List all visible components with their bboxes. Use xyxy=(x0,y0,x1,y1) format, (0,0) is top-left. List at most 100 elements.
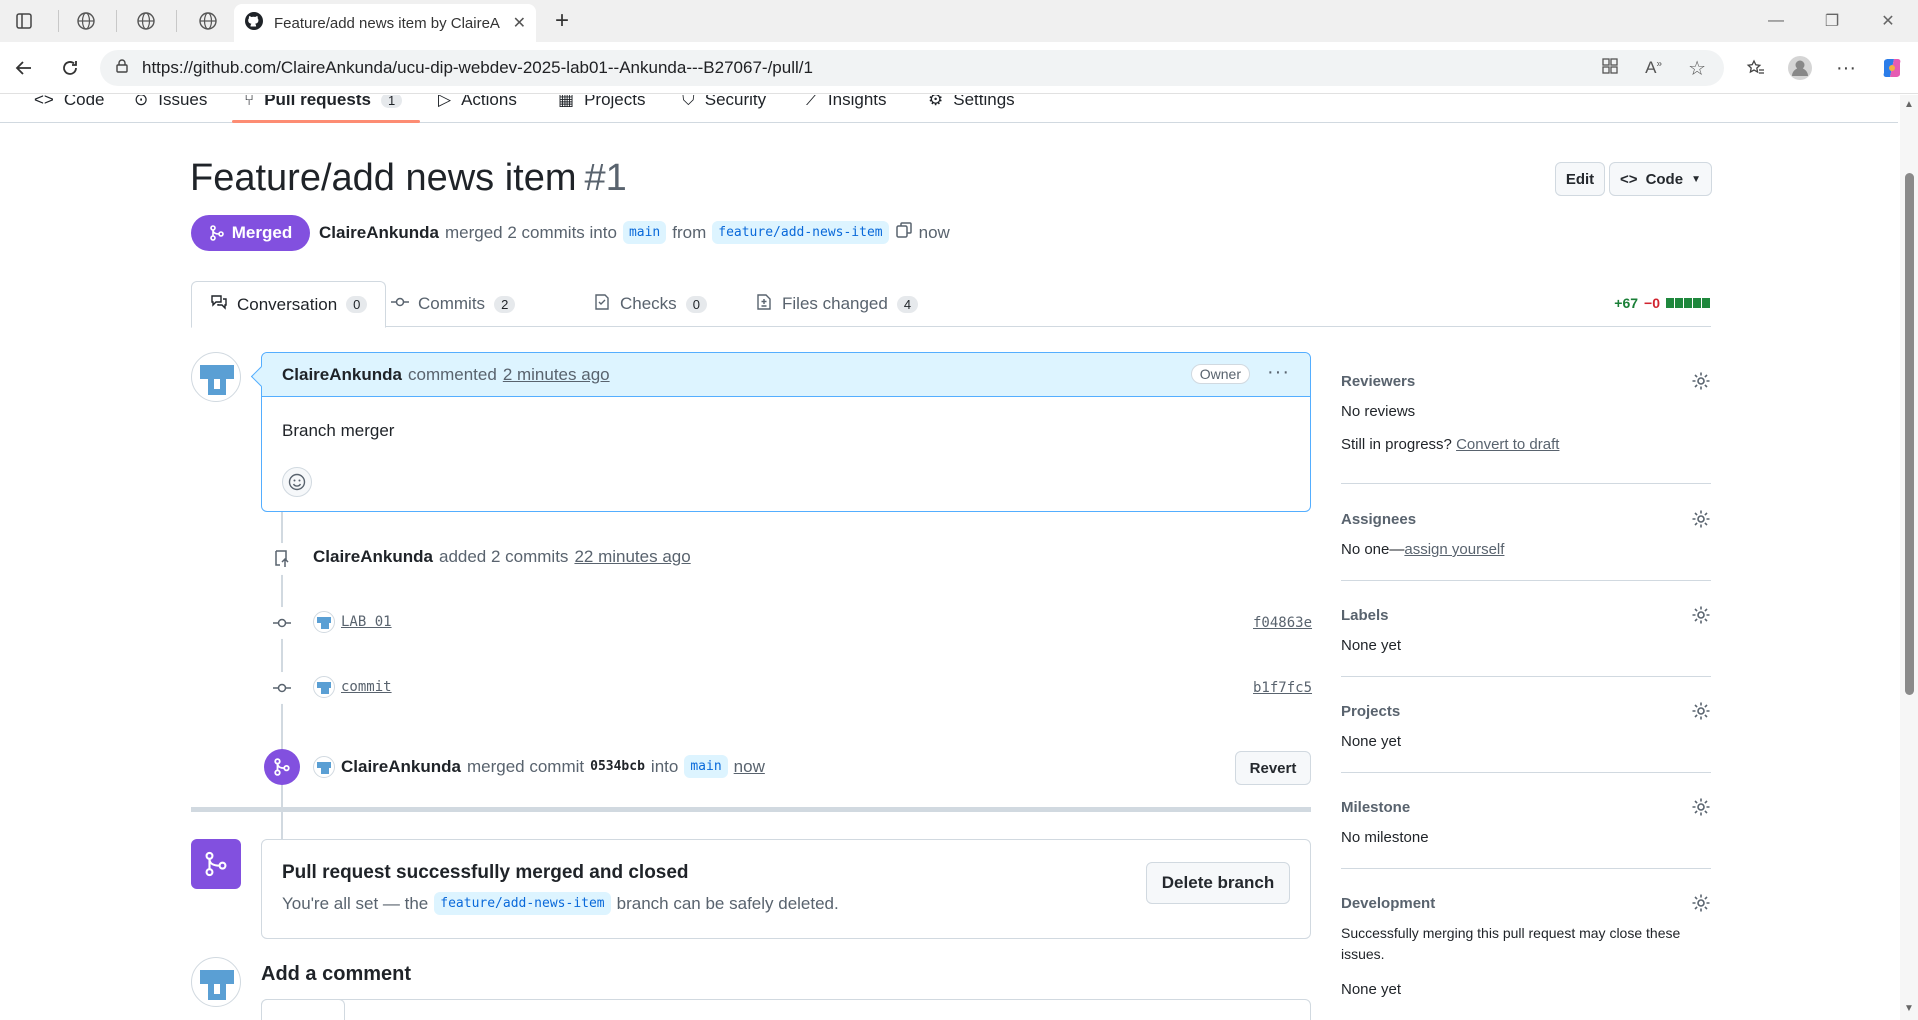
gear-icon[interactable] xyxy=(1691,701,1711,726)
event-author[interactable]: ClaireAnkunda xyxy=(341,757,461,777)
smiley-icon xyxy=(288,473,306,491)
commit-sha-link[interactable]: f04863e xyxy=(1253,615,1312,631)
assign-yourself-link[interactable]: assign yourself xyxy=(1404,541,1504,558)
copilot-icon[interactable] xyxy=(1876,52,1908,84)
tab-write[interactable] xyxy=(261,999,345,1020)
gear-icon[interactable] xyxy=(1691,893,1711,918)
revert-button[interactable]: Revert xyxy=(1235,751,1311,785)
kebab-menu-icon[interactable]: ··· xyxy=(1267,361,1290,384)
avatar[interactable] xyxy=(191,957,241,1007)
back-icon[interactable] xyxy=(8,52,40,84)
diffstat-bar xyxy=(1666,295,1711,311)
refresh-icon[interactable] xyxy=(54,52,86,84)
event-timestamp[interactable]: 22 minutes ago xyxy=(574,547,690,567)
globe-tab-icon[interactable] xyxy=(126,6,166,36)
globe-tab-icon[interactable] xyxy=(66,6,106,36)
gear-icon[interactable] xyxy=(1691,605,1711,630)
active-browser-tab[interactable]: Feature/add news item by ClaireA ✕ xyxy=(234,4,536,42)
shield-icon: ⛉ xyxy=(682,95,695,109)
address-bar[interactable]: https://github.com/ClaireAnkunda/ucu-dip… xyxy=(100,50,1724,86)
scrollbar-thumb[interactable] xyxy=(1905,173,1914,695)
merge-time: now xyxy=(918,222,950,242)
tab-conversation[interactable]: Conversation 0 xyxy=(191,281,387,328)
commit-sha-link[interactable]: b1f7fc5 xyxy=(1253,680,1312,696)
site-info-icon[interactable] xyxy=(114,58,130,79)
comment-timestamp[interactable]: 2 minutes ago xyxy=(503,365,610,385)
new-tab-button[interactable]: + xyxy=(546,6,578,36)
merge-target-branch[interactable]: main xyxy=(684,755,728,778)
repo-nav-actions[interactable]: ▷ Actions xyxy=(438,95,517,115)
sidebar-assignees: Assignees No one—assign yourself xyxy=(1341,509,1711,581)
browser-toolbar: https://github.com/ClaireAnkunda/ucu-dip… xyxy=(0,42,1918,94)
avatar[interactable] xyxy=(313,755,335,778)
scroll-up-icon[interactable]: ▲ xyxy=(1903,99,1915,111)
avatar[interactable] xyxy=(313,676,335,698)
commit-message-link[interactable]: commit xyxy=(341,679,392,695)
sidebar-heading[interactable]: Milestone xyxy=(1341,799,1410,816)
add-reaction-button[interactable] xyxy=(282,467,312,497)
globe-tab-icon[interactable] xyxy=(188,6,228,36)
author-link[interactable]: ClaireAnkunda xyxy=(319,223,439,243)
convert-to-draft-link[interactable]: Convert to draft xyxy=(1456,436,1559,453)
repo-nav-insights[interactable]: ⟋ Insights xyxy=(806,95,887,115)
favorite-star-icon[interactable]: ☆ xyxy=(1688,56,1706,81)
event-timestamp[interactable]: now xyxy=(734,757,765,777)
gear-icon: ⚙ xyxy=(928,95,944,109)
diff-stat: +67 −0 xyxy=(1614,295,1711,311)
merge-status-box: Pull request successfully merged and clo… xyxy=(261,839,1311,939)
event-author[interactable]: ClaireAnkunda xyxy=(313,547,433,567)
sidebar-heading[interactable]: Development xyxy=(1341,895,1435,912)
milestone-value: No milestone xyxy=(1341,829,1429,846)
tab-checks[interactable]: Checks 0 xyxy=(575,281,725,327)
repo-nav-security[interactable]: ⛉ Security xyxy=(682,95,766,115)
tab-files-changed[interactable]: Files changed 4 xyxy=(737,281,936,327)
repo-nav-pull-requests[interactable]: ⑂ Pull requests 1 xyxy=(244,95,403,115)
sidebar-reviewers: Reviewers No reviews Still in progress? … xyxy=(1341,371,1711,484)
base-branch-label[interactable]: main xyxy=(622,221,667,244)
close-tab-icon[interactable]: ✕ xyxy=(513,13,526,33)
tab-title: Feature/add news item by ClaireA xyxy=(274,14,500,32)
app-available-icon[interactable] xyxy=(1601,57,1619,80)
sidebar-heading[interactable]: Assignees xyxy=(1341,511,1416,528)
scroll-down-icon[interactable]: ▼ xyxy=(1903,1003,1915,1015)
delete-branch-button[interactable]: Delete branch xyxy=(1146,862,1290,904)
code-dropdown-button[interactable]: <> Code ▼ xyxy=(1609,162,1712,196)
tab-commits[interactable]: Commits 2 xyxy=(373,281,533,327)
repo-nav-issues[interactable]: ⊙ Issues xyxy=(134,95,207,115)
merge-status-text: You're all set — the feature/add-news-it… xyxy=(282,892,839,915)
sidebar-heading[interactable]: Labels xyxy=(1341,607,1389,624)
avatar[interactable] xyxy=(191,352,241,402)
restore-icon[interactable]: ❐ xyxy=(1810,6,1854,36)
comment-editor[interactable] xyxy=(261,999,1311,1020)
comment-discussion-icon xyxy=(210,293,228,316)
favorites-icon[interactable] xyxy=(1740,52,1772,84)
sidebar-heading[interactable]: Projects xyxy=(1341,703,1400,720)
sidebar-labels: Labels None yet xyxy=(1341,605,1711,677)
close-window-icon[interactable]: ✕ xyxy=(1866,6,1910,36)
comment-author[interactable]: ClaireAnkunda xyxy=(282,365,402,385)
deletable-branch-label[interactable]: feature/add-news-item xyxy=(434,892,611,915)
avatar[interactable] xyxy=(313,611,335,633)
minimize-icon[interactable]: — xyxy=(1754,6,1798,36)
repo-nav-settings[interactable]: ⚙ Settings xyxy=(928,95,1015,115)
file-diff-icon xyxy=(755,293,773,316)
commit-message-link[interactable]: LAB 01 xyxy=(341,614,392,630)
head-branch-label[interactable]: feature/add-news-item xyxy=(712,221,889,244)
tab-actions-icon[interactable] xyxy=(4,6,44,36)
profile-avatar-icon[interactable] xyxy=(1784,52,1816,84)
github-icon xyxy=(244,11,264,36)
edit-title-button[interactable]: Edit xyxy=(1555,162,1605,196)
timeline-divider xyxy=(191,807,1311,812)
merge-commit-sha[interactable]: 0534bcb xyxy=(590,759,645,774)
copy-icon[interactable] xyxy=(895,221,913,244)
gear-icon[interactable] xyxy=(1691,509,1711,534)
repo-nav-code[interactable]: <> Code xyxy=(34,95,105,115)
gear-icon[interactable] xyxy=(1691,371,1711,396)
page-scrollbar[interactable]: ▲ ▼ xyxy=(1900,95,1918,1020)
list-item: commit xyxy=(313,676,392,698)
more-menu-icon[interactable]: ··· xyxy=(1830,52,1862,84)
read-aloud-icon[interactable]: A» xyxy=(1645,58,1662,78)
repo-nav-projects[interactable]: ▦ Projects xyxy=(558,95,645,115)
sidebar-heading[interactable]: Reviewers xyxy=(1341,373,1415,390)
gear-icon[interactable] xyxy=(1691,797,1711,822)
